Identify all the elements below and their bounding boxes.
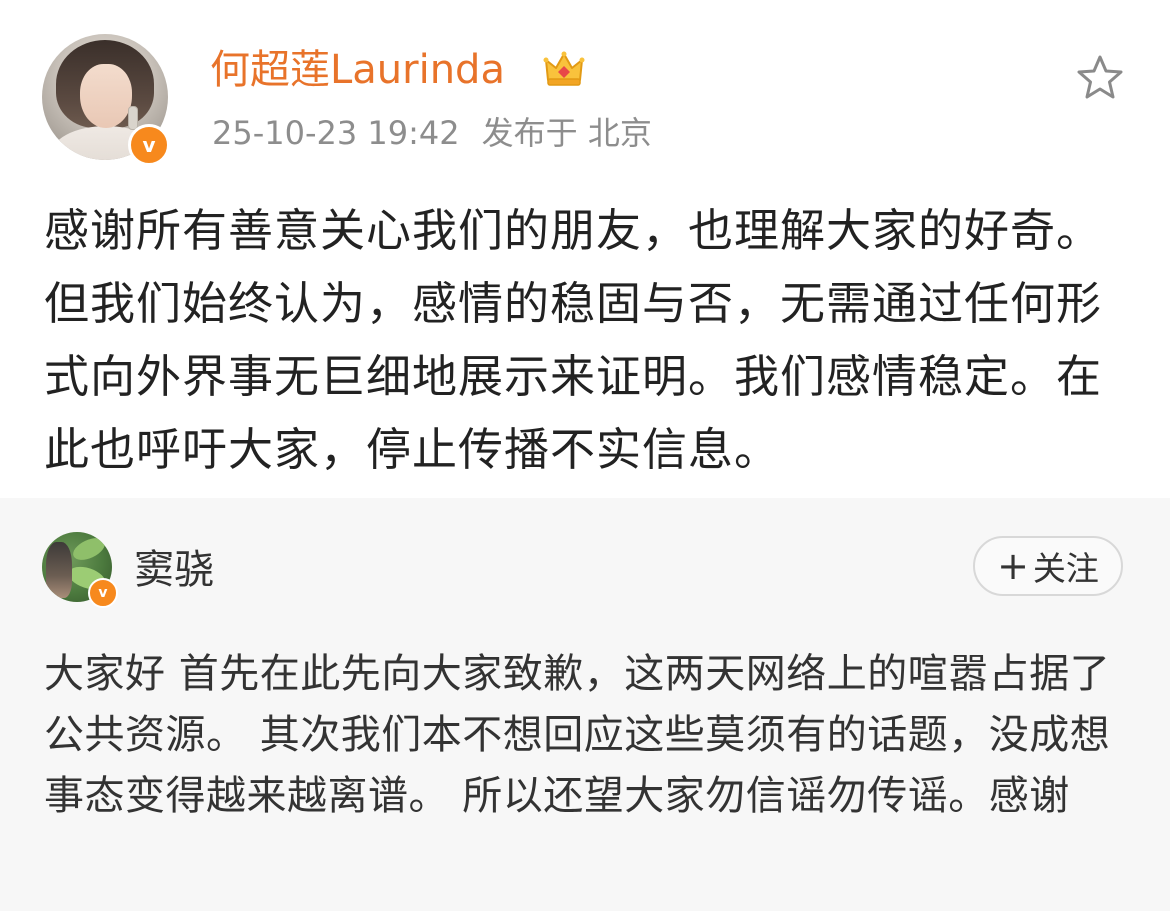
quoted-post[interactable]: v 窦骁 + 关注 大家好 首先在此先向大家致歉，这两天网络上的喧嚣占据了公共资…: [0, 498, 1170, 911]
quoted-body-text: 大家好 首先在此先向大家致歉，这两天网络上的喧嚣占据了公共资源。 其次我们本不想…: [44, 651, 1111, 819]
avatar-leaf: [69, 533, 109, 565]
verified-v-icon: v: [88, 578, 118, 608]
avatar-person: [46, 542, 72, 598]
post-timestamp: 25-10-23 19:42: [212, 114, 460, 152]
post-meta: 25-10-23 19:42 发布于 北京: [212, 110, 674, 156]
star-icon[interactable]: [1074, 52, 1126, 104]
post-location: 发布于 北京: [481, 114, 652, 152]
author-name[interactable]: 何超莲Laurinda: [210, 42, 505, 98]
follow-button[interactable]: + 关注: [973, 536, 1123, 596]
plus-icon: +: [997, 544, 1029, 588]
avatar-earring: [128, 106, 138, 130]
follow-label: 关注: [1032, 549, 1099, 588]
weibo-post-screen: v 何超莲Laurinda 25-10-23 19:42 发布于 北京 感谢所有善…: [0, 0, 1170, 911]
main-post: v 何超莲Laurinda 25-10-23 19:42 发布于 北京 感谢所有善…: [0, 0, 1170, 498]
quoted-author-name[interactable]: 窦骁: [134, 542, 214, 598]
avatar-face: [80, 64, 132, 128]
verified-v-icon: v: [128, 124, 170, 166]
crown-icon: [543, 51, 585, 86]
post-body-text: 感谢所有善意关心我们的朋友，也理解大家的好奇。但我们始终认为，感情的稳固与否，无…: [44, 204, 1103, 476]
